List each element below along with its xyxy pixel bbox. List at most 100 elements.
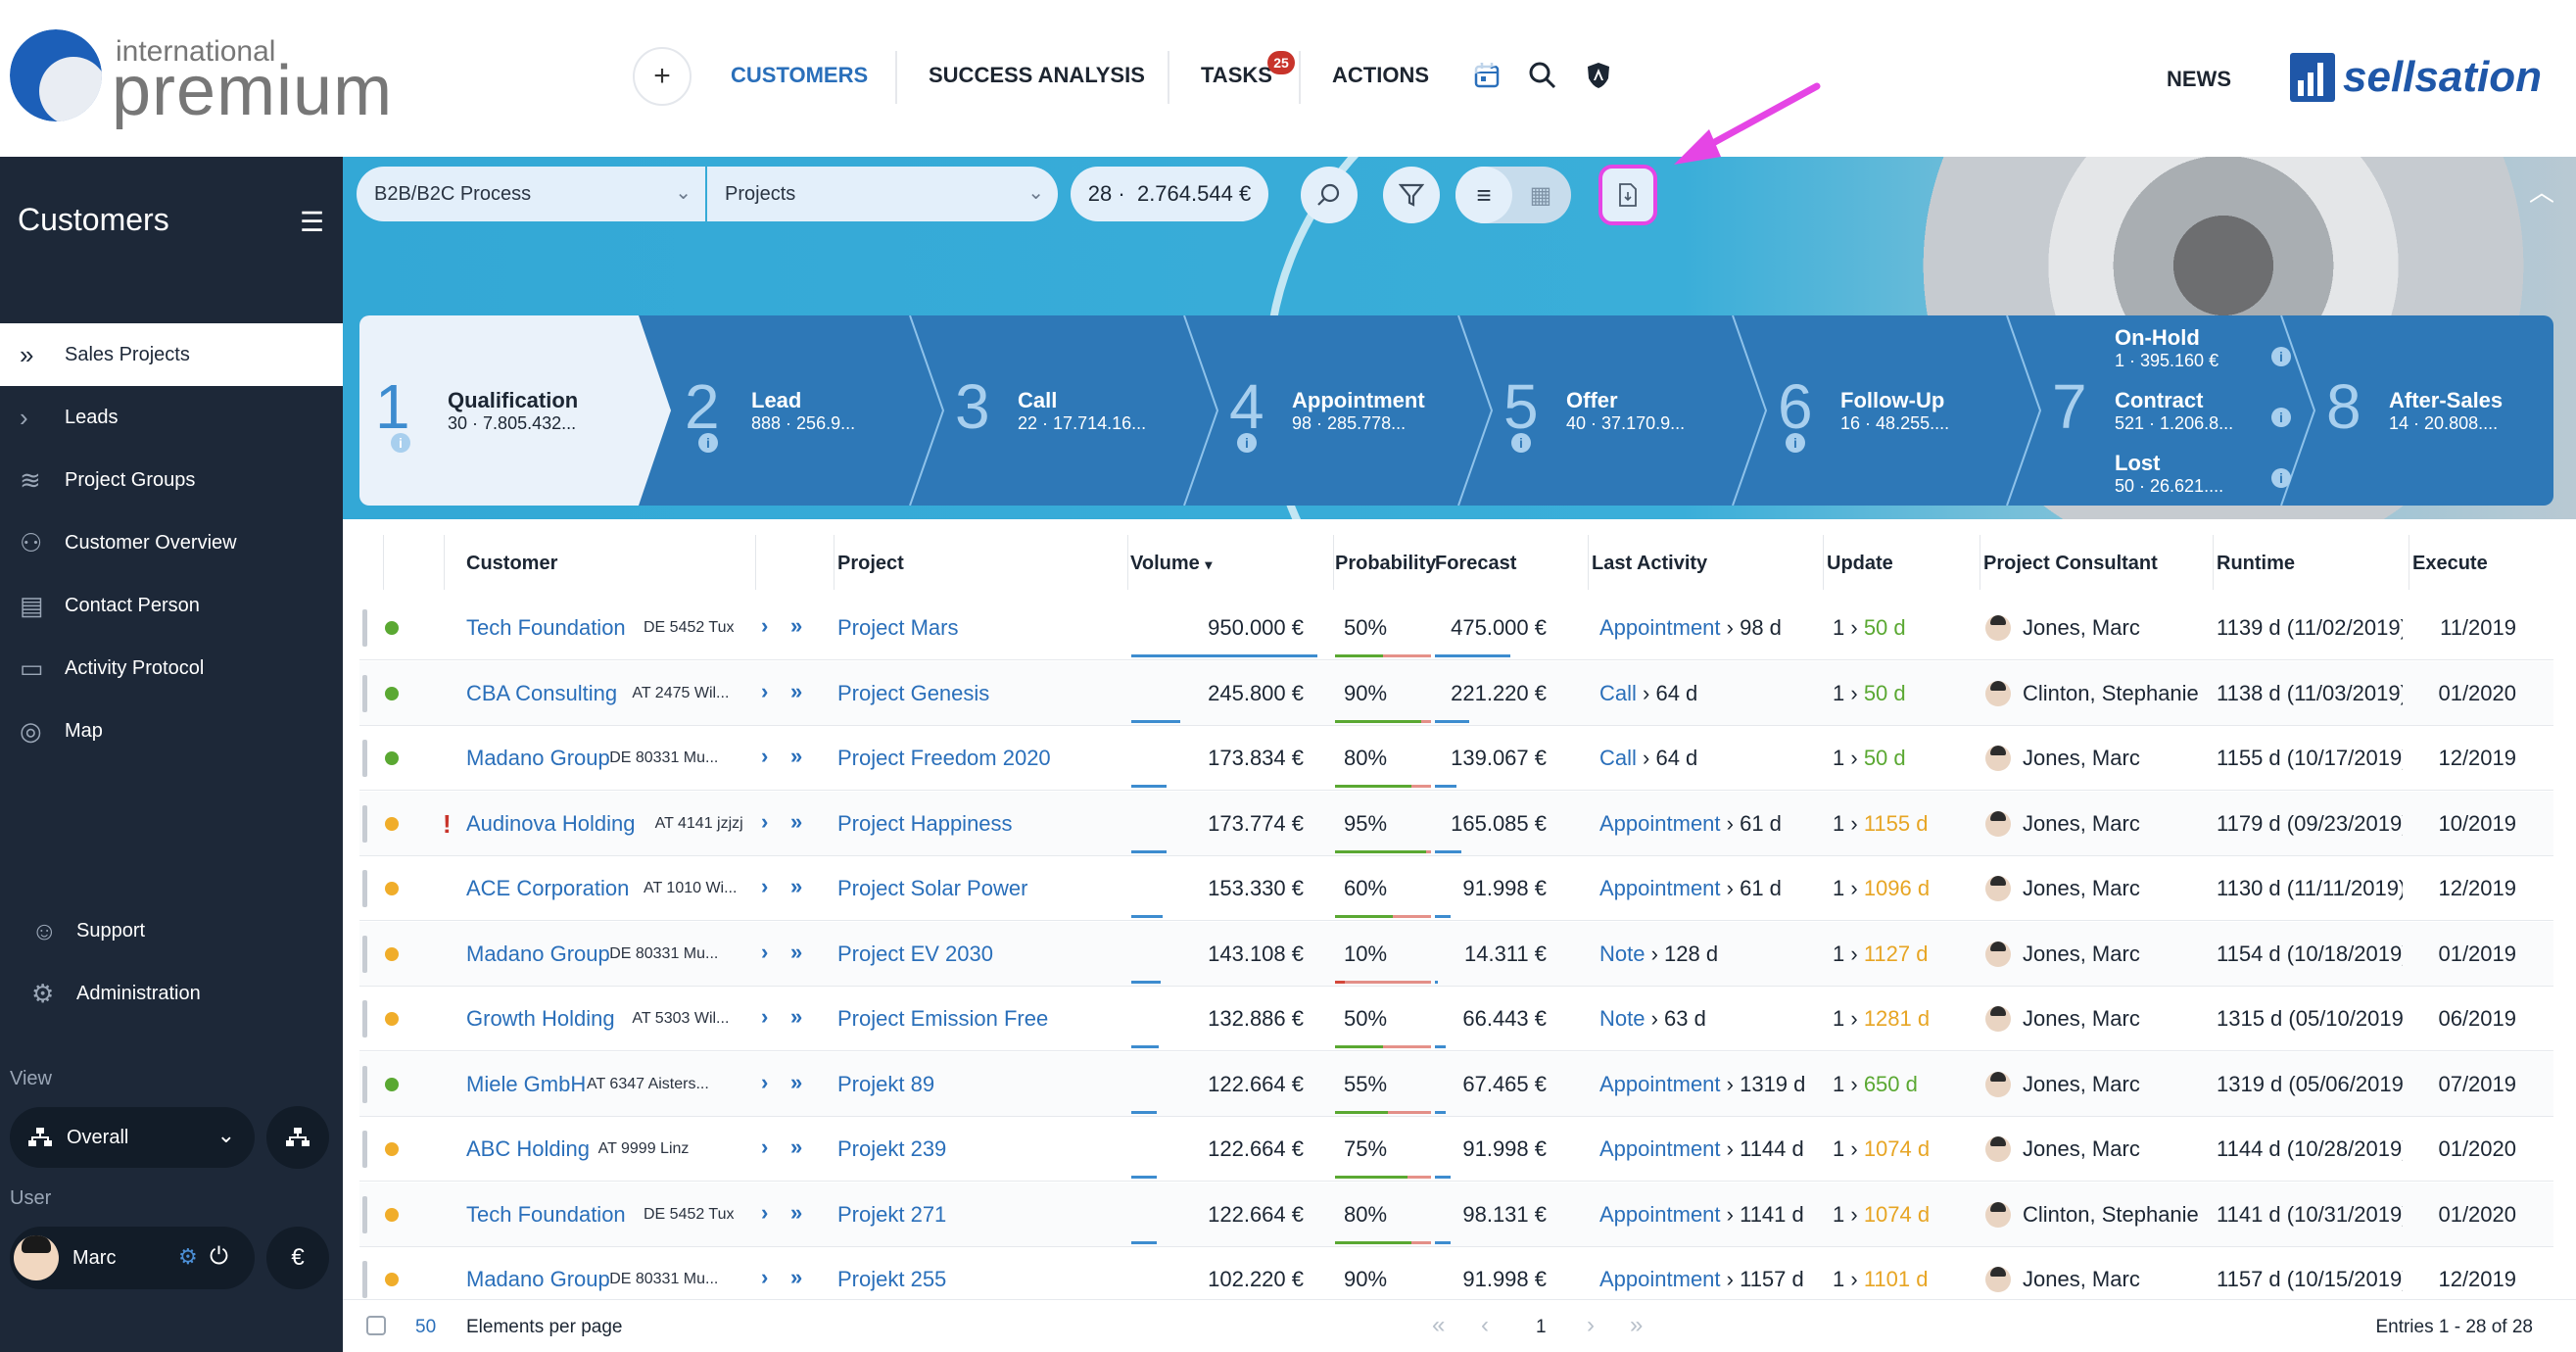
stage-on-hold[interactable]: On-Hold 1 · 395.160 € bbox=[2115, 325, 2218, 371]
project-consultant[interactable]: Jones, Marc bbox=[1985, 941, 2140, 967]
sellsation-logo[interactable]: sellsation bbox=[2290, 51, 2566, 106]
column-header-last-activity[interactable]: Last Activity bbox=[1592, 553, 1707, 575]
column-header-project-consultant[interactable]: Project Consultant bbox=[1983, 553, 2158, 575]
info-icon[interactable]: i bbox=[1511, 433, 1531, 453]
stage-after-sales[interactable]: 8 After-Sales 14 · 20.808.... bbox=[2318, 315, 2553, 506]
project-consultant[interactable]: Jones, Marc bbox=[1985, 746, 2140, 771]
sidebar-item-map[interactable]: ◎ Map bbox=[0, 700, 343, 762]
row-handle[interactable] bbox=[362, 804, 367, 843]
last-activity[interactable]: Note › 63 d bbox=[1599, 1006, 1706, 1032]
customer-link[interactable]: Miele GmbH bbox=[466, 1072, 586, 1097]
project-consultant[interactable]: Jones, Marc bbox=[1985, 1071, 2140, 1097]
open-customer-chevron-icon[interactable]: › bbox=[761, 1135, 768, 1160]
info-icon[interactable]: i bbox=[391, 433, 410, 453]
type-select[interactable]: Projects ⌄ bbox=[707, 167, 1058, 221]
customer-link[interactable]: ABC Holding bbox=[466, 1136, 590, 1162]
sidebar-administration[interactable]: ⚙ Administration bbox=[0, 962, 343, 1025]
open-customer-chevron-icon[interactable]: › bbox=[761, 1070, 768, 1095]
last-activity[interactable]: Appointment › 1157 d bbox=[1599, 1267, 1804, 1292]
first-page-icon[interactable]: « bbox=[1432, 1312, 1445, 1339]
per-page-value[interactable]: 50 bbox=[415, 1317, 436, 1338]
project-consultant[interactable]: Jones, Marc bbox=[1985, 1006, 2140, 1032]
table-row[interactable]: Madano Group DE 80331 Mu... › » Project EV 2… bbox=[359, 921, 2553, 987]
nav-news[interactable]: NEWS bbox=[2167, 67, 2231, 92]
row-handle[interactable] bbox=[362, 1195, 367, 1233]
row-handle[interactable] bbox=[362, 935, 367, 973]
open-project-double-chevron-icon[interactable]: » bbox=[790, 1070, 802, 1095]
row-handle[interactable] bbox=[362, 740, 367, 777]
project-link[interactable]: Projekt 255 bbox=[837, 1267, 946, 1292]
sidebar-support[interactable]: ☺ Support bbox=[0, 899, 343, 962]
customer-link[interactable]: Audinova Holding bbox=[466, 811, 635, 837]
last-activity[interactable]: Appointment › 61 d bbox=[1599, 811, 1782, 837]
view-select[interactable]: Overall ⌄ bbox=[10, 1107, 255, 1168]
last-activity[interactable]: Appointment › 98 d bbox=[1599, 615, 1782, 641]
info-icon[interactable]: i bbox=[1237, 433, 1257, 453]
open-customer-chevron-icon[interactable]: › bbox=[761, 1200, 768, 1226]
open-project-double-chevron-icon[interactable]: » bbox=[790, 1265, 802, 1290]
project-link[interactable]: Project Freedom 2020 bbox=[837, 746, 1051, 771]
open-project-double-chevron-icon[interactable]: » bbox=[790, 809, 802, 835]
last-activity[interactable]: Appointment › 1141 d bbox=[1599, 1202, 1804, 1228]
open-project-double-chevron-icon[interactable]: » bbox=[790, 744, 802, 769]
activity-type[interactable]: Appointment bbox=[1599, 876, 1721, 900]
project-link[interactable]: Project Emission Free bbox=[837, 1006, 1048, 1032]
user-settings-icon[interactable]: ⚙ bbox=[178, 1244, 198, 1270]
list-view-icon[interactable]: ≡ bbox=[1455, 167, 1512, 223]
table-row[interactable]: Miele GmbH AT 6347 Aisters... › » Projekt 89… bbox=[359, 1051, 2553, 1117]
open-project-double-chevron-icon[interactable]: » bbox=[790, 613, 802, 639]
sidebar-item-leads[interactable]: › Leads bbox=[0, 386, 343, 449]
sidebar-item-project-groups[interactable]: ≋ Project Groups bbox=[0, 449, 343, 511]
customer-link[interactable]: Tech Foundation bbox=[466, 1202, 626, 1228]
activity-type[interactable]: Appointment bbox=[1599, 811, 1721, 836]
last-activity[interactable]: Call › 64 d bbox=[1599, 681, 1697, 706]
info-icon[interactable]: i bbox=[2271, 468, 2291, 488]
search-button[interactable] bbox=[1301, 167, 1358, 223]
table-row[interactable]: Growth Holding AT 5303 Wil... › » Project Em… bbox=[359, 987, 2553, 1051]
sidebar-item-activity-protocol[interactable]: ▭ Activity Protocol bbox=[0, 637, 343, 700]
last-activity[interactable]: Note › 128 d bbox=[1599, 942, 1718, 967]
stage-follow-up[interactable]: 6 Follow-Up 16 · 48.255.... i bbox=[1770, 315, 2034, 506]
project-link[interactable]: Projekt 239 bbox=[837, 1136, 946, 1162]
row-handle[interactable] bbox=[362, 1131, 367, 1168]
customer-link[interactable]: Madano Group bbox=[466, 746, 610, 771]
open-project-double-chevron-icon[interactable]: » bbox=[790, 940, 802, 965]
nav-customers[interactable]: CUSTOMERS bbox=[731, 63, 868, 88]
select-all-checkbox[interactable] bbox=[366, 1316, 386, 1335]
stage-appointment[interactable]: 4 Appointment 98 · 285.778... i bbox=[1221, 315, 1486, 506]
prev-page-icon[interactable]: ‹ bbox=[1481, 1312, 1489, 1339]
project-link[interactable]: Project Genesis bbox=[837, 681, 989, 706]
activity-type[interactable]: Appointment bbox=[1599, 1267, 1721, 1291]
info-icon[interactable]: i bbox=[2271, 408, 2291, 427]
activity-type[interactable]: Appointment bbox=[1599, 615, 1721, 640]
sidebar-item-customer-overview[interactable]: ⚇ Customer Overview bbox=[0, 511, 343, 574]
row-handle[interactable] bbox=[362, 1065, 367, 1103]
project-consultant[interactable]: Clinton, Stephanie bbox=[1985, 1201, 2199, 1228]
power-icon[interactable]: ⏻ bbox=[210, 1243, 228, 1271]
project-consultant[interactable]: Jones, Marc bbox=[1985, 876, 2140, 901]
activity-type[interactable]: Call bbox=[1599, 746, 1637, 770]
row-handle[interactable] bbox=[362, 674, 367, 712]
info-icon[interactable]: i bbox=[2271, 347, 2291, 366]
customer-link[interactable]: Tech Foundation bbox=[466, 615, 626, 641]
collapse-chevron-icon[interactable]: ︿ bbox=[2529, 172, 2554, 209]
customer-link[interactable]: CBA Consulting bbox=[466, 681, 617, 706]
project-link[interactable]: Project Solar Power bbox=[837, 876, 1027, 901]
open-customer-chevron-icon[interactable]: › bbox=[761, 940, 768, 965]
user-select[interactable]: Marc ⚙ ⏻ bbox=[10, 1227, 255, 1289]
open-customer-chevron-icon[interactable]: › bbox=[761, 1004, 768, 1030]
process-select[interactable]: B2B/B2C Process ⌄ bbox=[357, 167, 705, 221]
table-row[interactable]: Tech Foundation DE 5452 Tux › » Projekt 271 1… bbox=[359, 1182, 2553, 1247]
customer-link[interactable]: Growth Holding bbox=[466, 1006, 615, 1032]
open-project-double-chevron-icon[interactable]: » bbox=[790, 874, 802, 899]
hierarchy-button[interactable] bbox=[266, 1106, 329, 1169]
nav-tasks[interactable]: TASKS bbox=[1201, 63, 1272, 88]
project-link[interactable]: Projekt 89 bbox=[837, 1072, 934, 1097]
project-consultant[interactable]: Jones, Marc bbox=[1985, 615, 2140, 641]
stage-qualification[interactable]: 1 Qualification 30 · 7.805.432... i bbox=[359, 315, 671, 506]
column-header-customer[interactable]: Customer bbox=[466, 553, 557, 575]
table-row[interactable]: Madano Group DE 80331 Mu... › » Project Free… bbox=[359, 726, 2553, 791]
export-document-button[interactable] bbox=[1598, 165, 1657, 225]
open-customer-chevron-icon[interactable]: › bbox=[761, 679, 768, 704]
open-customer-chevron-icon[interactable]: › bbox=[761, 809, 768, 835]
